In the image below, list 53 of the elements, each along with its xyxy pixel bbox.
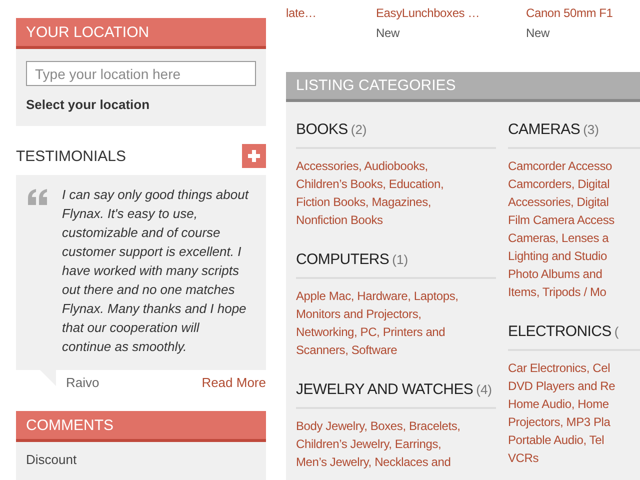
listing-title[interactable]: EasyLunchboxes … <box>376 6 526 20</box>
subcategory-links[interactable]: Cameras, Lenses a <box>508 229 640 247</box>
category-count: (2) <box>350 122 367 137</box>
section-title: TESTIMONIALS <box>16 148 126 164</box>
subcategory-links[interactable]: Projectors, MP3 Pla <box>508 413 640 431</box>
subcategory-links[interactable]: Men’s Jewelry, Necklaces and <box>296 453 496 471</box>
subcategory-links[interactable]: Children’s Jewelry, Earrings, <box>296 435 496 453</box>
listing-title[interactable]: Canon 50mm F1 <box>526 6 640 20</box>
subcategory-links[interactable]: Scanners, Software <box>296 341 496 359</box>
subcategory-links[interactable]: Accessories, Digital <box>508 193 640 211</box>
subcategory-links[interactable]: Nonfiction Books <box>296 211 496 229</box>
location-input-field[interactable]: Type your location here <box>26 61 256 86</box>
subcategory-links[interactable]: DVD Players and Re <box>508 377 640 395</box>
testimonial-quote: I can say only good things about Flynax. It's easy to use, customizable and of course customer support is excellent. I have worked with many scripts out there and no one matches Flynax. Many thanks and I hope that our cooperation will continue as smoothly. <box>62 186 250 356</box>
quote-mark-icon <box>28 189 48 205</box>
subcategory-links[interactable]: Car Electronics, Cel <box>508 359 640 377</box>
section-title: LISTING CATEGORIES <box>286 72 640 102</box>
category-name[interactable]: ELECTRONICS <box>508 323 612 340</box>
subcategory-links[interactable]: VCRs <box>508 449 640 467</box>
subcategory-links[interactable]: Monitors and Projectors, <box>296 305 496 323</box>
subcategory-links[interactable]: Camcorder Accesso <box>508 157 640 175</box>
plus-icon <box>248 150 260 162</box>
subcategory-links[interactable]: Film Camera Access <box>508 211 640 229</box>
category-name[interactable]: BOOKS <box>296 121 348 138</box>
subcategory-links[interactable]: Children’s Books, Education, <box>296 175 496 193</box>
subcategory-links[interactable]: Body Jewelry, Boxes, Bracelets, <box>296 417 496 435</box>
category-count: ( <box>614 324 619 339</box>
read-more-link[interactable]: Read More <box>202 375 266 390</box>
subcategory-links[interactable]: Accessories, Audiobooks, <box>296 157 496 175</box>
category-name[interactable]: CAMERAS <box>508 121 580 138</box>
listing-status: New <box>376 26 401 40</box>
subcategory-links[interactable]: Lighting and Studio <box>508 247 640 265</box>
select-location-label: Select your location <box>26 97 151 112</box>
author-name: Raivo <box>66 375 100 390</box>
subcategory-links[interactable]: Fiction Books, Magazines, <box>296 193 496 211</box>
category-count: (3) <box>583 122 599 137</box>
subcategory-links[interactable]: Photo Albums and <box>508 265 640 283</box>
listing-status: New <box>526 26 551 40</box>
subcategory-links[interactable]: Home Audio, Home <box>508 395 640 413</box>
subcategory-links[interactable]: Apple Mac, Hardware, Laptops, <box>296 287 496 305</box>
category-name[interactable]: JEWELRY AND WATCHES <box>296 381 474 398</box>
category-count: (4) <box>476 382 492 397</box>
category-name[interactable]: COMPUTERS <box>296 251 390 268</box>
subcategory-links[interactable]: Networking, PC, Printers and <box>296 323 496 341</box>
comment-item[interactable]: Discount <box>16 442 266 480</box>
listing-title[interactable]: late… <box>286 6 376 20</box>
subcategory-links[interactable]: Portable Audio, Tel <box>508 431 640 449</box>
subcategory-links[interactable]: Camcorders, Digital <box>508 175 640 193</box>
subcategory-links[interactable]: Items, Tripods / Mo <box>508 283 640 301</box>
section-title: YOUR LOCATION <box>16 18 266 49</box>
add-button[interactable] <box>242 144 266 168</box>
category-count: (1) <box>392 252 408 267</box>
section-title: COMMENTS <box>16 411 266 442</box>
